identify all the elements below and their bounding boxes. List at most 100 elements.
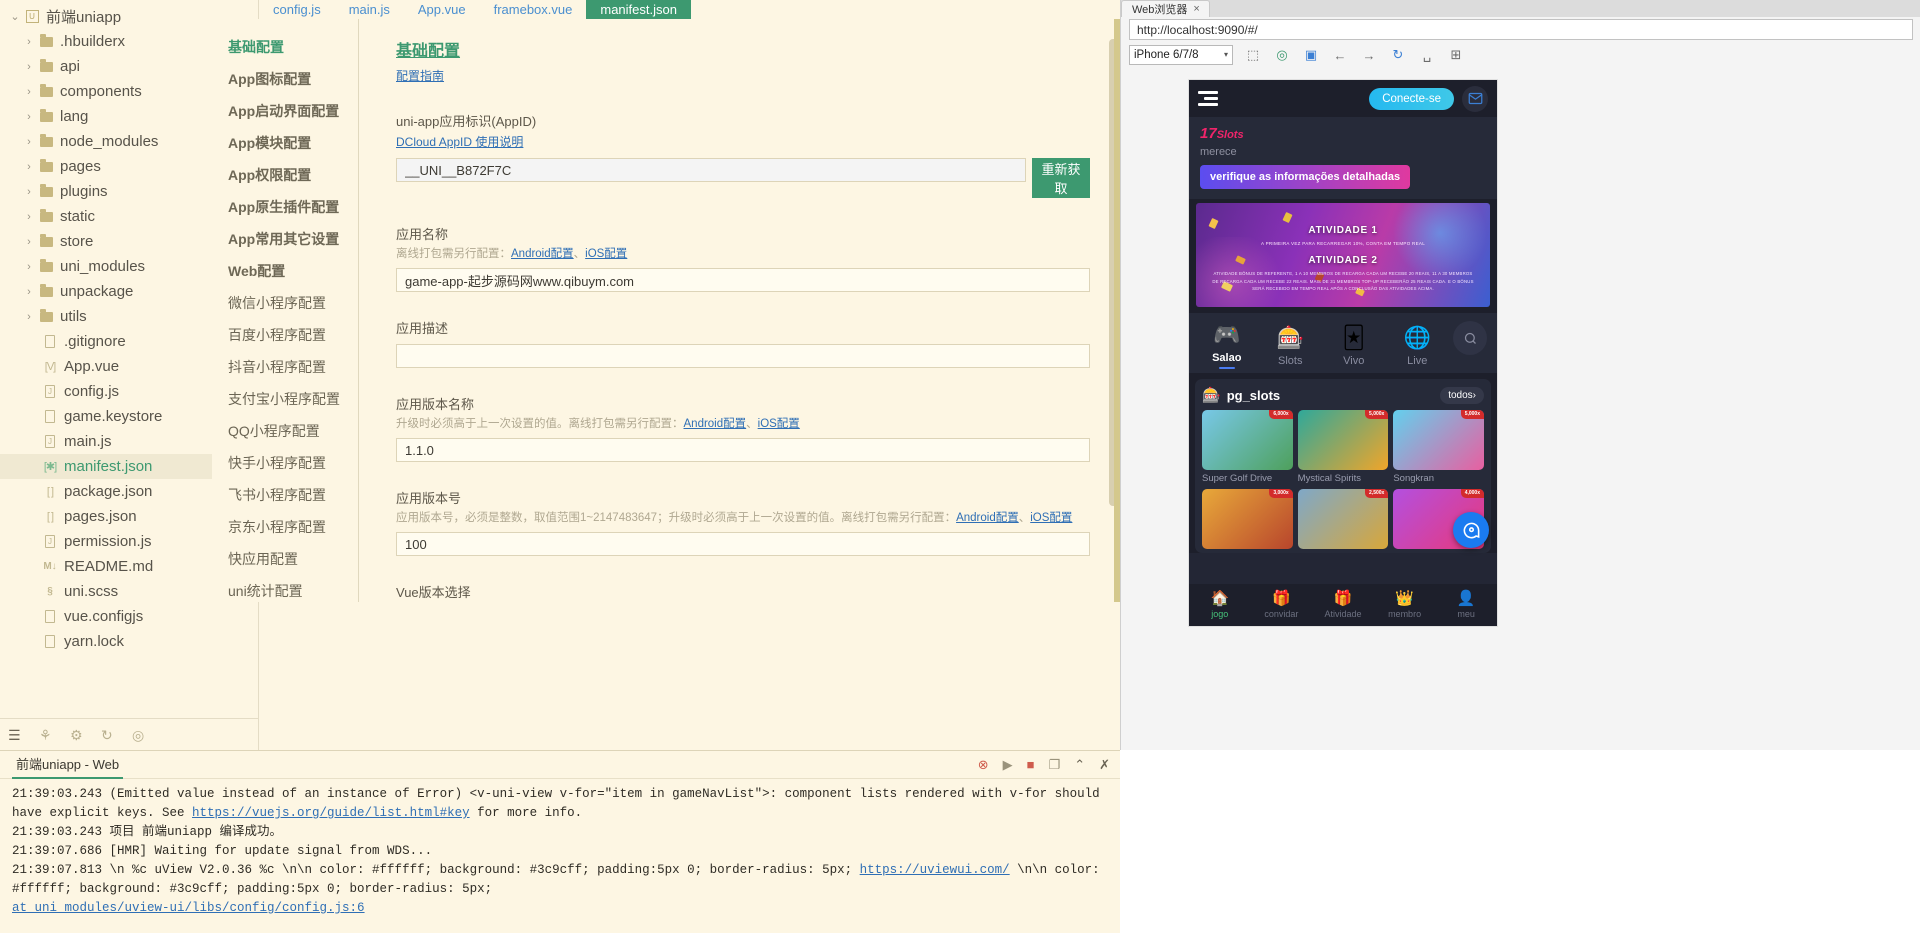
clear-icon[interactable]: ✗ xyxy=(1099,757,1110,773)
console-link[interactable]: https://vuejs.org/guide/list.html#key xyxy=(192,806,470,820)
versioncode-input[interactable] xyxy=(396,532,1090,556)
screenshot-icon[interactable]: ▣ xyxy=(1301,45,1321,65)
run-icon[interactable]: ▶ xyxy=(1003,757,1013,773)
promo-cta-button[interactable]: verifique as informações detalhadas xyxy=(1200,165,1410,189)
bottom-nav-jogo[interactable]: 🏠jogo xyxy=(1189,591,1251,619)
extension-icon[interactable]: ⚙ xyxy=(70,727,86,743)
editor-tab-framebox-vue[interactable]: framebox.vue xyxy=(480,0,587,19)
console-link[interactable]: https://uviewui.com/ xyxy=(860,863,1010,877)
android-config-link-version[interactable]: Android配置 xyxy=(684,418,747,430)
explorer-icon[interactable]: ☰ xyxy=(8,727,24,743)
chevron-right-icon[interactable]: › xyxy=(22,136,36,148)
manifest-nav-item[interactable]: 百度小程序配置 xyxy=(212,319,358,351)
bottom-nav-meu[interactable]: 👤meu xyxy=(1435,591,1497,619)
android-config-link[interactable]: Android配置 xyxy=(511,248,574,260)
game-card[interactable]: 2,500x xyxy=(1298,489,1389,549)
console-tab[interactable]: 前端uniapp - Web xyxy=(12,751,123,779)
editor-tab-main-js[interactable]: main.js xyxy=(335,0,404,19)
ios-config-link-code[interactable]: iOS配置 xyxy=(1030,512,1072,524)
open-browser-icon[interactable]: ❐ xyxy=(1049,757,1061,773)
file-tree-item-vue-configjs[interactable]: vue.configjs xyxy=(0,604,258,629)
error-icon[interactable]: ⊗ xyxy=(978,757,989,773)
manifest-nav-item[interactable]: App图标配置 xyxy=(212,63,358,95)
forward-icon[interactable]: → xyxy=(1359,45,1379,65)
close-icon[interactable]: × xyxy=(1193,3,1199,15)
chevron-down-icon[interactable]: ⌄ xyxy=(8,10,22,23)
appdesc-input[interactable] xyxy=(396,344,1090,368)
chevron-right-icon[interactable]: › xyxy=(22,236,36,248)
category-live[interactable]: 🌐Live xyxy=(1386,324,1450,367)
appname-input[interactable] xyxy=(396,268,1090,292)
chevron-right-icon[interactable]: › xyxy=(22,86,36,98)
game-card[interactable]: 5,000xSongkran xyxy=(1393,410,1484,484)
file-tree-item-yarn-lock[interactable]: yarn.lock xyxy=(0,629,258,654)
browser-tab[interactable]: Web浏览器 × xyxy=(1121,0,1210,17)
collapse-icon[interactable]: ⌃ xyxy=(1074,757,1085,773)
manifest-nav-item[interactable]: QQ小程序配置 xyxy=(212,415,358,447)
console-link[interactable]: at_uni_modules/uview-ui/libs/config/conf… xyxy=(12,901,365,915)
manifest-nav-item[interactable]: uni统计配置 xyxy=(212,575,358,602)
category-slots[interactable]: 🎰Slots xyxy=(1259,324,1323,367)
android-config-link-code[interactable]: Android配置 xyxy=(956,512,1019,524)
refresh-page-icon[interactable]: ◎ xyxy=(1272,45,1292,65)
url-input[interactable] xyxy=(1129,19,1913,40)
bottom-nav-atividade[interactable]: 🎁Atividade xyxy=(1312,591,1374,619)
plugin-icon[interactable]: ◎ xyxy=(132,727,148,743)
back-icon[interactable]: ← xyxy=(1330,45,1350,65)
manifest-nav-item[interactable]: 京东小程序配置 xyxy=(212,511,358,543)
lock-icon[interactable]: ␣ xyxy=(1417,45,1437,65)
bottom-nav-convidar[interactable]: 🎁convidar xyxy=(1251,591,1313,619)
view-all-button[interactable]: todos› xyxy=(1440,387,1484,404)
editor-tab-app-vue[interactable]: App.vue xyxy=(404,0,480,19)
manifest-nav-item[interactable]: App原生插件配置 xyxy=(212,191,358,223)
game-card[interactable]: 3,000x xyxy=(1202,489,1293,549)
bottom-nav-membro[interactable]: 👑membro xyxy=(1374,591,1436,619)
login-button[interactable]: Conecte-se xyxy=(1369,88,1454,110)
chevron-right-icon[interactable]: › xyxy=(22,111,36,123)
manifest-nav-item[interactable]: 微信小程序配置 xyxy=(212,287,358,319)
ios-config-link[interactable]: iOS配置 xyxy=(585,248,627,260)
reload-icon[interactable]: ↻ xyxy=(1388,45,1408,65)
rotate-device-icon[interactable]: ⬚ xyxy=(1243,45,1263,65)
chevron-right-icon[interactable]: › xyxy=(22,211,36,223)
editor-tab-config-js[interactable]: config.js xyxy=(259,0,335,19)
manifest-nav-item[interactable]: 抖音小程序配置 xyxy=(212,351,358,383)
support-chat-icon[interactable] xyxy=(1453,512,1489,548)
chevron-right-icon[interactable]: › xyxy=(22,311,36,323)
chevron-right-icon[interactable]: › xyxy=(22,186,36,198)
chevron-right-icon[interactable]: › xyxy=(22,261,36,273)
chevron-right-icon[interactable]: › xyxy=(22,36,36,48)
manifest-nav-item[interactable]: 快手小程序配置 xyxy=(212,447,358,479)
versionname-input[interactable] xyxy=(396,438,1090,462)
editor-tab-manifest-json[interactable]: manifest.json xyxy=(586,0,691,19)
device-select[interactable]: iPhone 6/7/8iPhone XiPadCustom xyxy=(1129,45,1233,65)
console-output[interactable]: 21:39:03.243 (Emitted value instead of a… xyxy=(0,779,1120,933)
chevron-right-icon[interactable]: › xyxy=(22,161,36,173)
bug-icon[interactable]: ⚘ xyxy=(39,727,55,743)
manifest-nav-item[interactable]: App模块配置 xyxy=(212,127,358,159)
game-card[interactable]: 6,000xSuper Golf Drive xyxy=(1202,410,1293,484)
dcloud-appid-help-link[interactable]: DCloud AppID 使用说明 xyxy=(396,133,523,150)
search-icon[interactable] xyxy=(1453,321,1487,355)
manifest-nav-item[interactable]: 基础配置 xyxy=(212,31,358,63)
manifest-nav-item[interactable]: Web配置 xyxy=(212,255,358,287)
manifest-nav-item[interactable]: 快应用配置 xyxy=(212,543,358,575)
chevron-right-icon[interactable]: › xyxy=(22,286,36,298)
mail-icon[interactable] xyxy=(1462,86,1488,112)
devtools-icon[interactable]: ⊞ xyxy=(1446,45,1466,65)
appid-input[interactable] xyxy=(396,158,1026,182)
regenerate-appid-button[interactable]: 重新获取 xyxy=(1032,158,1090,198)
category-salao[interactable]: 🎮Salao xyxy=(1195,321,1259,369)
manifest-nav-item[interactable]: App启动界面配置 xyxy=(212,95,358,127)
game-card[interactable]: 5,000xMystical Spirits xyxy=(1298,410,1389,484)
manifest-nav-item[interactable]: App常用其它设置 xyxy=(212,223,358,255)
activity-banner[interactable]: ATIVIDADE 1 A PRIMEIRA VEZ PARA RECARREG… xyxy=(1196,203,1490,307)
hamburger-icon[interactable] xyxy=(1198,91,1218,106)
stop-icon[interactable]: ■ xyxy=(1027,757,1035,772)
manifest-nav-item[interactable]: 支付宝小程序配置 xyxy=(212,383,358,415)
manifest-nav-item[interactable]: 飞书小程序配置 xyxy=(212,479,358,511)
sync-icon[interactable]: ↻ xyxy=(101,727,117,743)
manifest-nav-item[interactable]: App权限配置 xyxy=(212,159,358,191)
config-guide-link[interactable]: 配置指南 xyxy=(396,67,444,84)
ios-config-link-version[interactable]: iOS配置 xyxy=(758,418,800,430)
